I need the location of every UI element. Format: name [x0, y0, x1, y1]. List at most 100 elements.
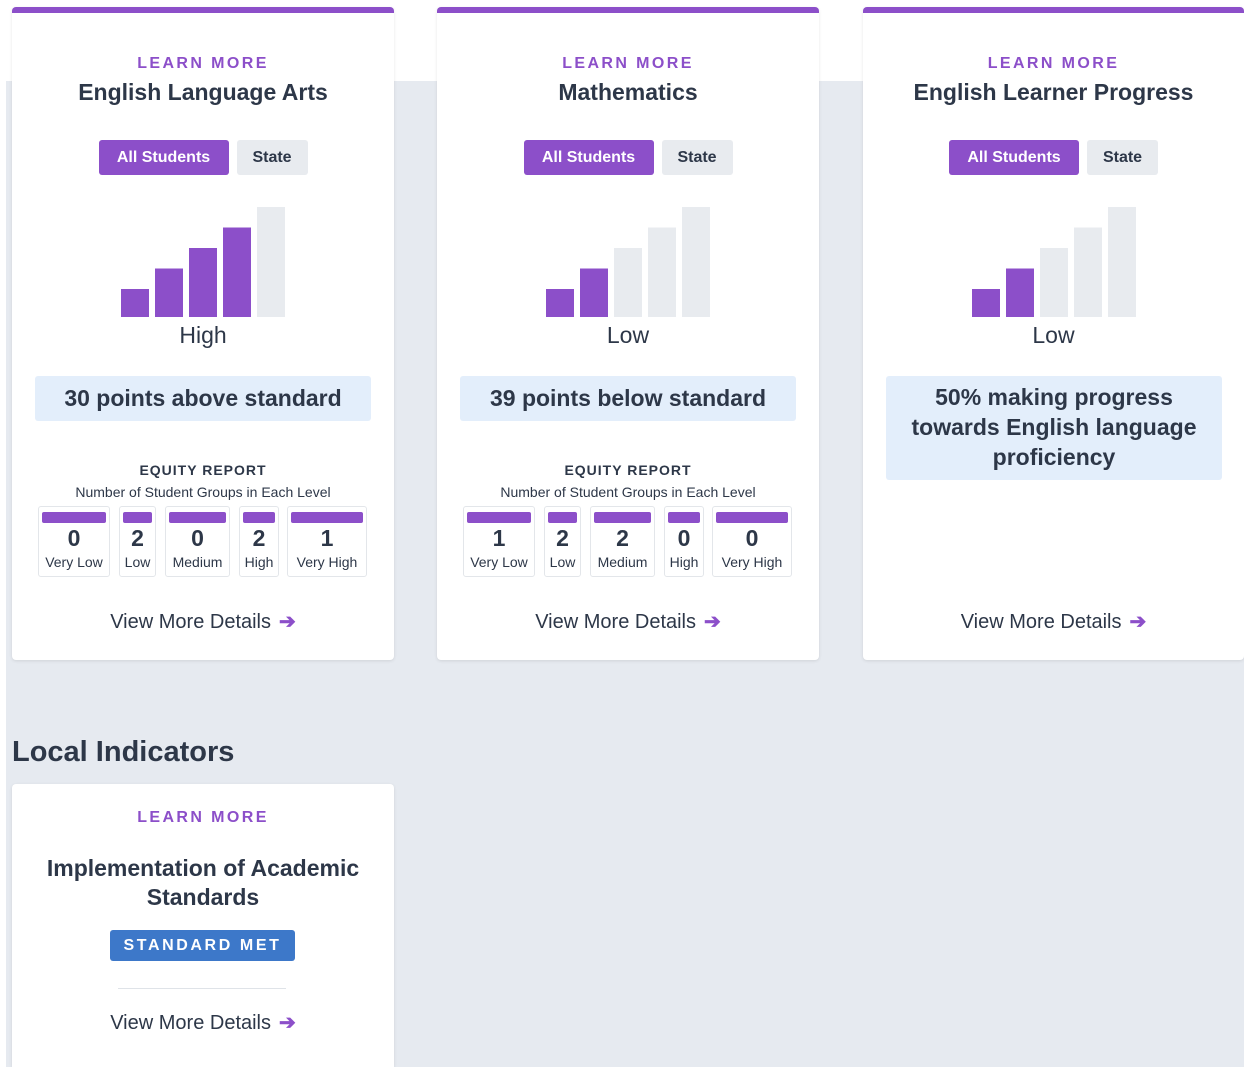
equity-bar: [594, 512, 651, 523]
equity-cell-high: 0 High: [664, 506, 704, 577]
level-bar-4: [223, 227, 251, 317]
section-heading-local-indicators: Local Indicators: [12, 736, 235, 768]
signal-bars-icon: [971, 207, 1136, 317]
all-students-button[interactable]: All Students: [98, 140, 229, 175]
status-line: 50% making progress: [935, 384, 1173, 410]
status-line: proficiency: [992, 444, 1116, 470]
equity-bar: [243, 512, 275, 523]
student-group-toggle: All Students State: [437, 140, 819, 175]
equity-label: High: [244, 554, 274, 570]
equity-bar: [548, 512, 577, 523]
local-indicator-card: LEARN MORE Implementation of Academic St…: [12, 784, 394, 1067]
card-title: English Learner Progress: [913, 79, 1194, 105]
left-background: [0, 0, 6, 1067]
status-badge: STANDARD MET: [110, 930, 295, 961]
equity-label: High: [669, 554, 699, 570]
equity-bar: [467, 512, 531, 523]
equity-count: 0: [67, 525, 81, 551]
level-bar-1: [121, 289, 149, 317]
state-button[interactable]: State: [661, 140, 733, 175]
level-bar-5: [1107, 207, 1136, 317]
card-title: Mathematics: [558, 79, 698, 105]
equity-cell-medium: 2 Medium: [590, 506, 655, 577]
equity-report-title: EQUITY REPORT: [139, 462, 267, 478]
equity-label: Low: [124, 554, 151, 570]
card-title: English Language Arts: [78, 79, 328, 105]
equity-count: 2: [252, 525, 266, 551]
view-more-details-link[interactable]: View More Details ➔: [12, 1010, 394, 1035]
level-bars-chart: [12, 202, 394, 317]
signal-bars-icon: [546, 207, 710, 317]
equity-label: Medium: [597, 554, 648, 570]
equity-count: 2: [616, 525, 629, 551]
equity-report-subtitle: Number of Student Groups in Each Level: [500, 484, 756, 500]
level-bar-1: [971, 289, 1000, 317]
equity-bar: [291, 512, 363, 523]
card-title-line: Standards: [146, 884, 260, 910]
equity-count: 1: [492, 525, 506, 551]
level-bar-1: [546, 289, 574, 317]
level-bar-5: [682, 207, 710, 317]
equity-count: 0: [191, 525, 204, 551]
learn-more-link[interactable]: LEARN MORE: [863, 55, 1244, 73]
all-students-button[interactable]: All Students: [949, 140, 1079, 175]
equity-label: Very High: [296, 554, 358, 570]
equity-label: Very Low: [470, 554, 528, 570]
arrow-right-icon: ➔: [279, 1012, 296, 1034]
equity-report-subtitle: Number of Student Groups in Each Level: [75, 484, 331, 500]
arrow-right-icon: ➔: [279, 611, 296, 633]
indicator-card-math: LEARN MORE Mathematics All Students Stat…: [437, 7, 819, 660]
equity-count: 2: [131, 525, 144, 551]
all-students-button[interactable]: All Students: [523, 140, 654, 175]
equity-cell-very-low: 1 Very Low: [463, 506, 535, 577]
equity-label: Very High: [721, 554, 783, 570]
performance-level: Low: [606, 322, 650, 348]
status-box: 30 points above standard: [35, 376, 371, 421]
view-more-details-link[interactable]: View More Details ➔: [437, 609, 819, 634]
learn-more-link[interactable]: LEARN MORE: [12, 55, 394, 73]
performance-level: High: [179, 322, 227, 348]
equity-bar: [668, 512, 700, 523]
equity-cell-low: 2 Low: [119, 506, 156, 577]
equity-count: 0: [677, 525, 691, 551]
level-bars-chart: [437, 202, 819, 317]
level-bar-2: [155, 268, 183, 317]
equity-label: Medium: [172, 554, 223, 570]
equity-bar: [123, 512, 152, 523]
level-bar-2: [1005, 268, 1034, 317]
level-bars-chart: [863, 202, 1244, 317]
status-box: 39 points below standard: [460, 376, 796, 421]
student-group-toggle: All Students State: [863, 140, 1244, 175]
state-button[interactable]: State: [236, 140, 308, 175]
equity-bar: [42, 512, 106, 523]
level-bar-4: [648, 227, 676, 317]
indicator-card-elp: LEARN MORE English Learner Progress All …: [863, 7, 1244, 660]
student-group-toggle: All Students State: [12, 140, 394, 175]
arrow-right-icon: ➔: [1129, 611, 1147, 633]
view-more-label: View More Details: [110, 1012, 272, 1034]
divider: [118, 988, 286, 989]
equity-levels: 1 Very Low 2 Low 2 Medium 0 High 0 Very …: [437, 506, 819, 577]
learn-more-link[interactable]: LEARN MORE: [437, 55, 819, 73]
card-title: Implementation of Academic Standards: [12, 854, 394, 912]
equity-cell-medium: 0 Medium: [165, 506, 230, 577]
state-button[interactable]: State: [1087, 140, 1158, 175]
learn-more-link[interactable]: LEARN MORE: [12, 809, 394, 827]
view-more-label: View More Details: [960, 611, 1122, 633]
level-bar-3: [1039, 248, 1068, 317]
view-more-details-link[interactable]: View More Details ➔: [12, 609, 394, 634]
view-more-details-link[interactable]: View More Details ➔: [863, 609, 1244, 634]
level-bar-3: [614, 248, 642, 317]
equity-bar: [169, 512, 226, 523]
equity-label: Very Low: [45, 554, 103, 570]
signal-bars-icon: [121, 207, 285, 317]
equity-cell-very-low: 0 Very Low: [38, 506, 110, 577]
equity-cell-low: 2 Low: [544, 506, 581, 577]
equity-count: 0: [745, 525, 759, 551]
equity-cell-very-high: 1 Very High: [287, 506, 367, 577]
equity-cell-very-high: 0 Very High: [712, 506, 792, 577]
equity-bar: [716, 512, 788, 523]
indicator-card-ela: LEARN MORE English Language Arts All Stu…: [12, 7, 394, 660]
equity-count: 2: [556, 525, 569, 551]
level-bar-5: [257, 207, 285, 317]
